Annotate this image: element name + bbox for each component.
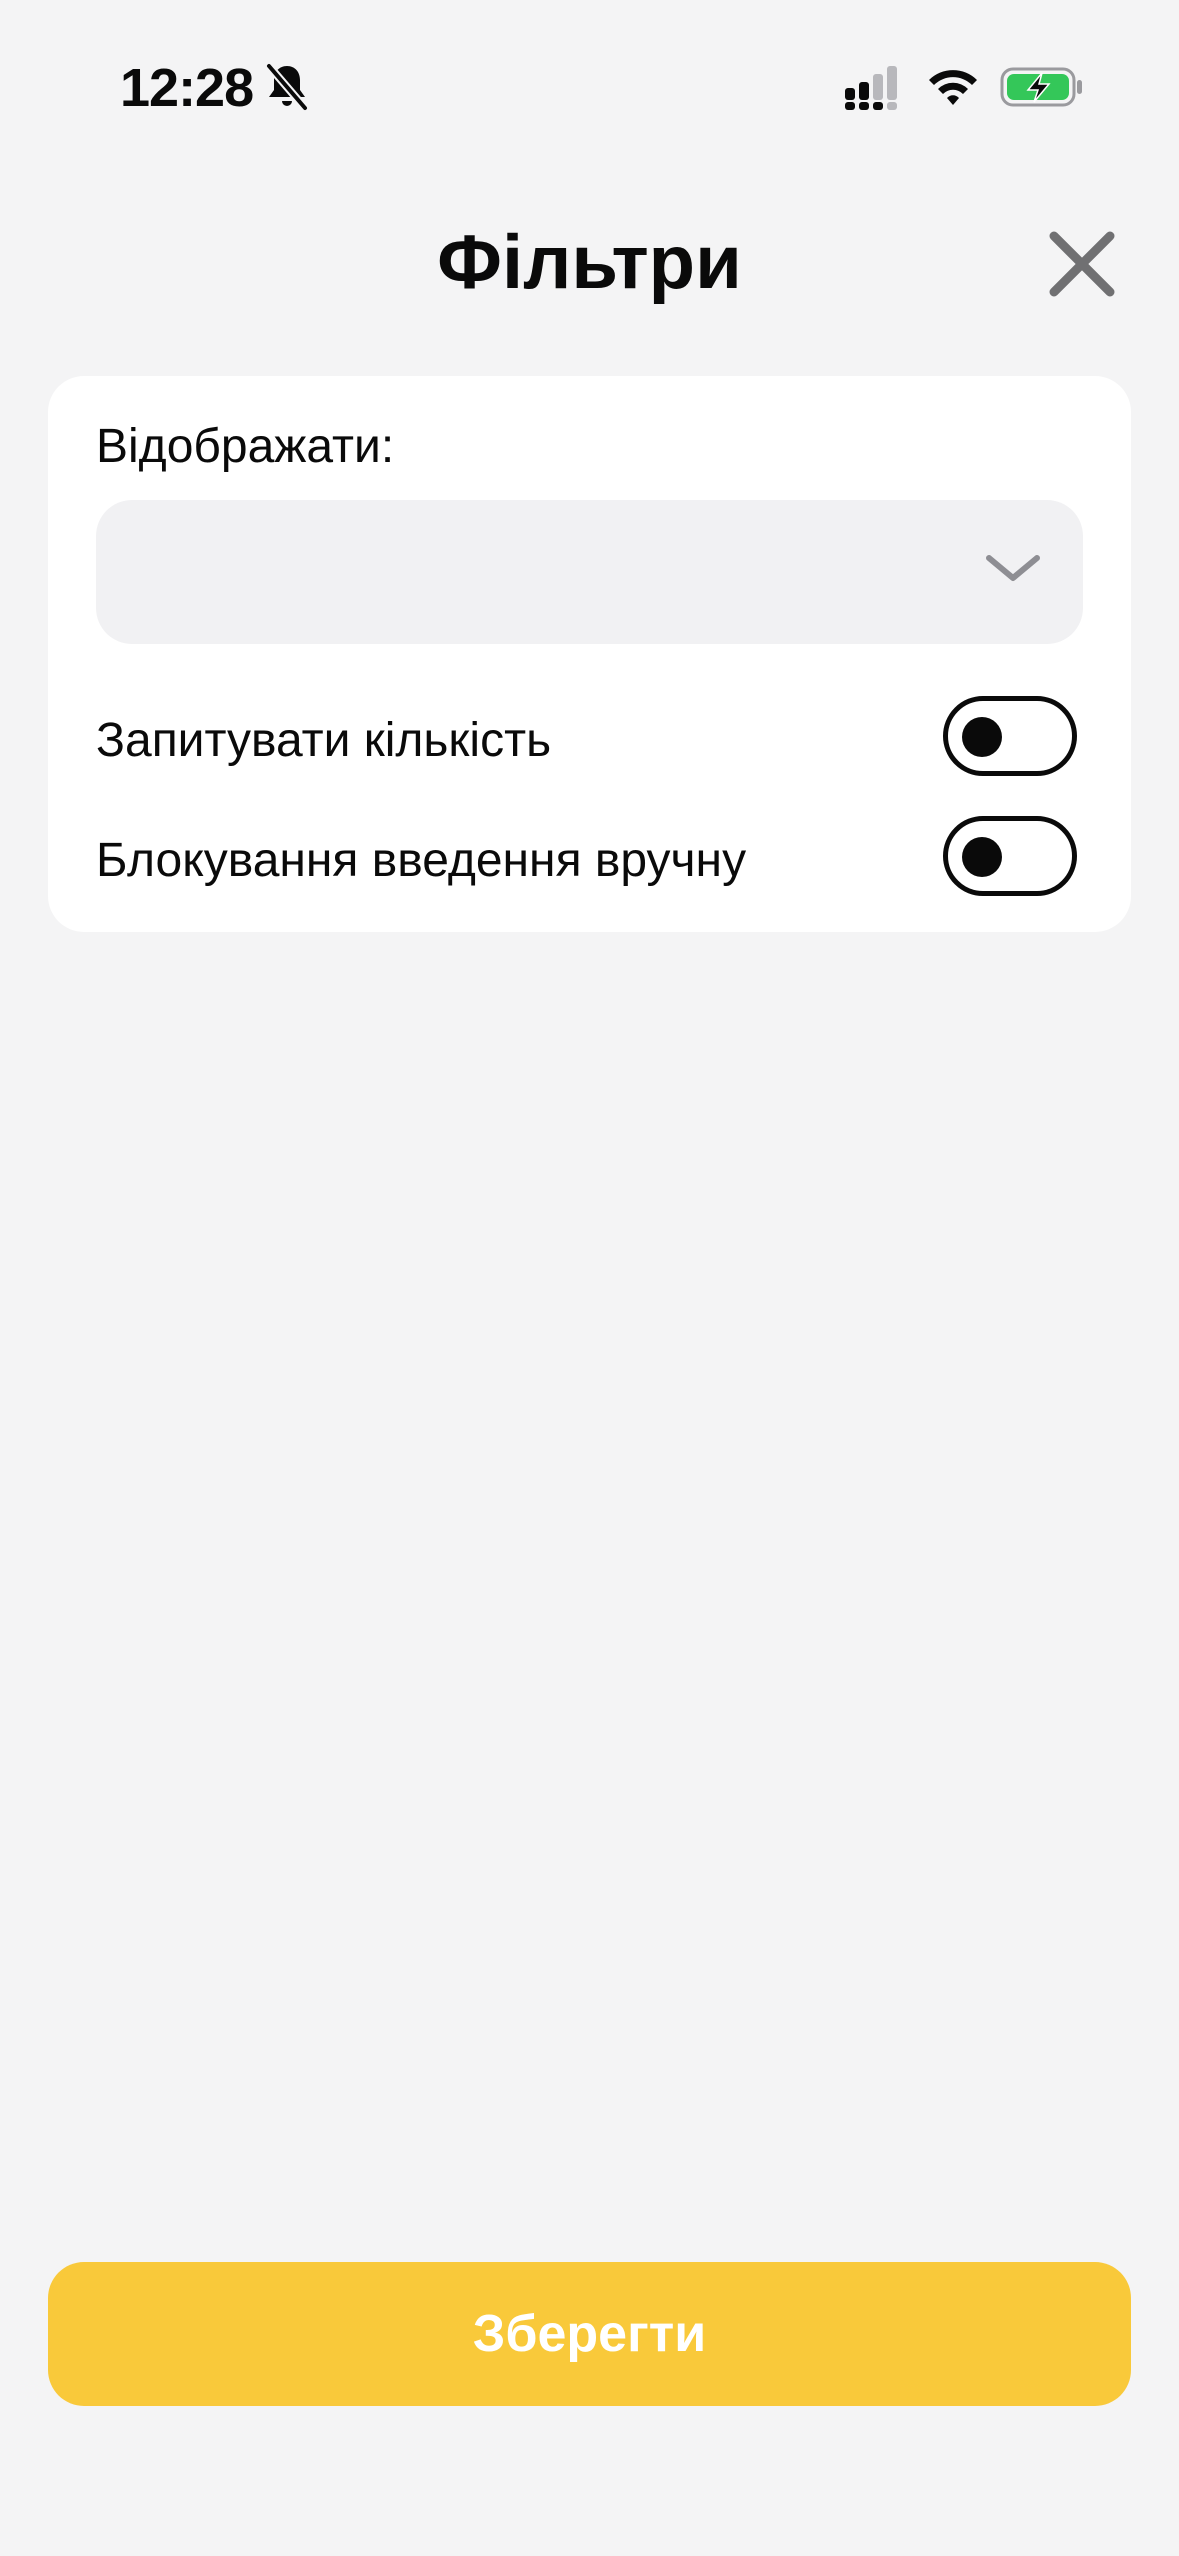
wifi-icon xyxy=(929,70,977,105)
save-button[interactable]: Зберегти xyxy=(48,2262,1131,2406)
status-time: 12:28 xyxy=(120,58,254,118)
page-title: Фільтри xyxy=(437,220,742,305)
toggle-row-block-manual-input: Блокування введення вручну xyxy=(96,816,1083,906)
signal-icon xyxy=(845,66,897,110)
bell-slash-icon xyxy=(265,62,309,112)
battery-charging-icon xyxy=(1000,67,1082,107)
status-bar: 12:28 xyxy=(0,0,1179,175)
display-label: Відображати: xyxy=(96,420,395,473)
block-manual-input-toggle[interactable] xyxy=(943,816,1077,896)
request-quantity-toggle[interactable] xyxy=(943,696,1077,776)
toggle-label: Запитувати кількість xyxy=(96,714,552,767)
filters-card: Відображати: Запитувати кількість Блокув… xyxy=(48,376,1131,932)
toggle-knob xyxy=(962,717,1002,757)
chevron-down-icon xyxy=(986,555,1040,581)
close-button[interactable] xyxy=(1040,222,1124,306)
toggle-label: Блокування введення вручну xyxy=(96,834,747,887)
close-icon xyxy=(1049,231,1115,297)
toggle-knob xyxy=(962,837,1002,877)
display-select[interactable] xyxy=(96,500,1083,644)
toggle-row-request-quantity: Запитувати кількість xyxy=(96,696,1083,786)
